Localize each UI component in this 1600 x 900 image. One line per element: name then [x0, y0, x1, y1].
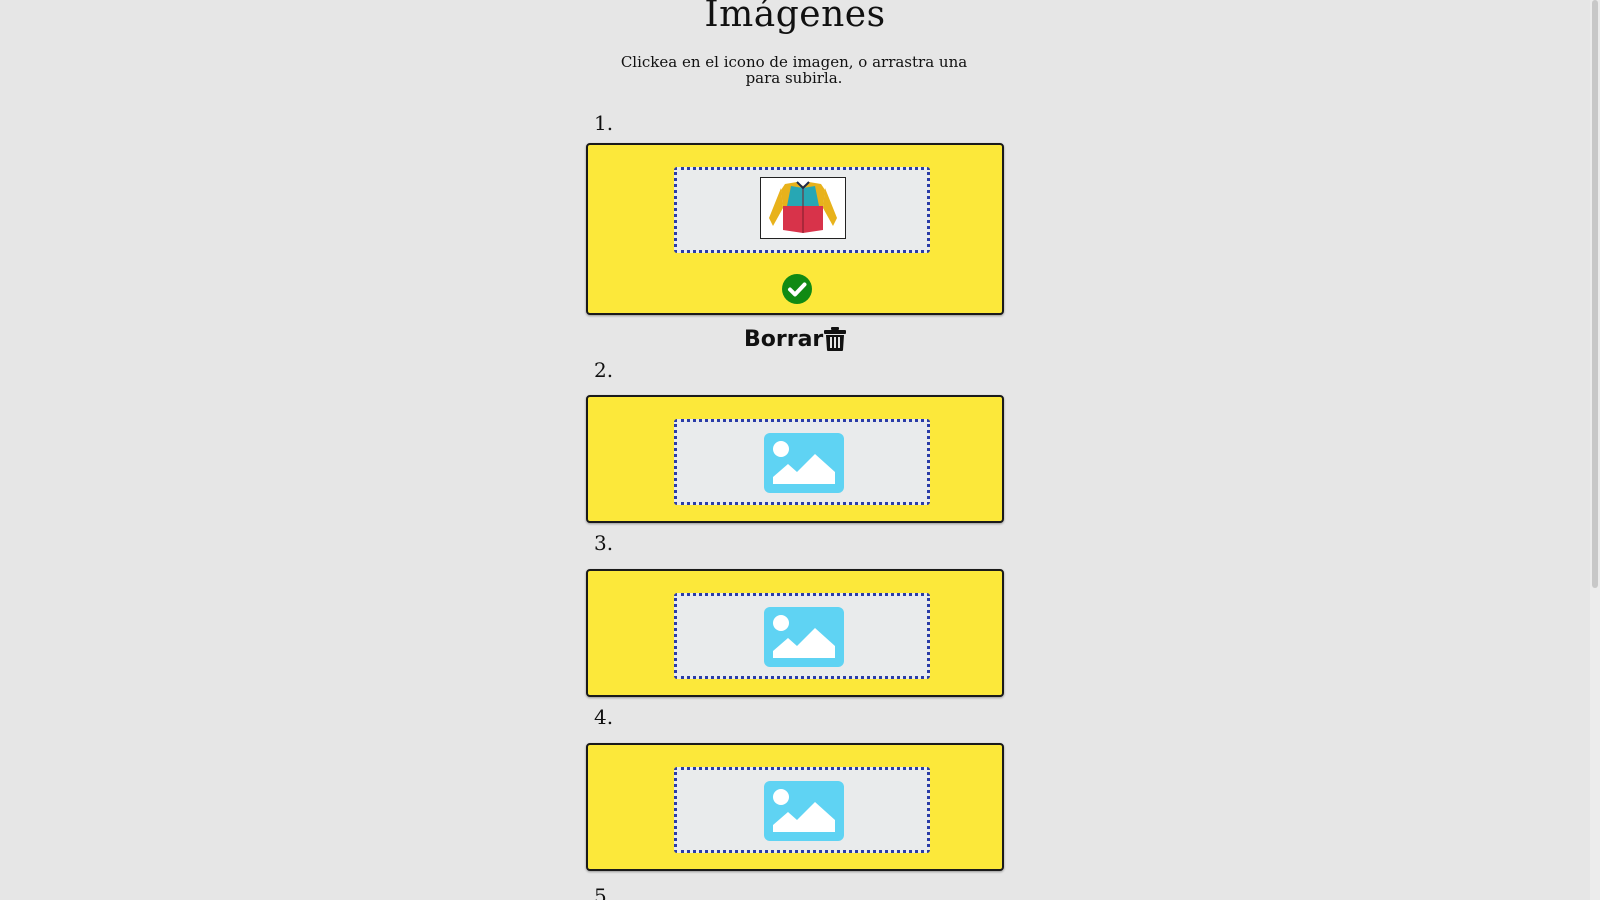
image-placeholder-icon[interactable] [764, 607, 844, 667]
slot-number-4: 4. [594, 705, 614, 729]
delete-image-button[interactable]: Borrar [744, 324, 847, 354]
jacket-image [761, 178, 845, 238]
slot-number-2: 2. [594, 358, 614, 382]
image-placeholder-icon[interactable] [764, 781, 844, 841]
image-dropzone-3[interactable] [674, 593, 930, 679]
trash-icon [824, 327, 847, 351]
scrollbar-thumb[interactable] [1592, 0, 1598, 588]
slot-number-3: 3. [594, 531, 614, 555]
image-upload-page: Imágenes Clickea en el icono de imagen, … [0, 0, 1590, 900]
image-slot-3 [586, 569, 1004, 697]
image-dropzone-1[interactable] [674, 167, 930, 253]
image-slot-4 [586, 743, 1004, 871]
slot-number-5: 5. [594, 884, 614, 900]
image-dropzone-4[interactable] [674, 767, 930, 853]
delete-label: Borrar [744, 326, 824, 352]
image-dropzone-2[interactable] [674, 419, 930, 505]
image-placeholder-icon[interactable] [764, 433, 844, 493]
uploaded-image-thumbnail[interactable] [760, 177, 846, 239]
image-slot-1 [586, 143, 1004, 315]
image-slot-2 [586, 395, 1004, 523]
slot-number-1: 1. [594, 111, 614, 135]
page-title: Imágenes [704, 0, 886, 35]
page-scrollbar[interactable] [1590, 0, 1600, 900]
check-circle-icon [782, 274, 812, 304]
upload-instructions: Clickea en el icono de imagen, o arrastr… [620, 53, 968, 87]
